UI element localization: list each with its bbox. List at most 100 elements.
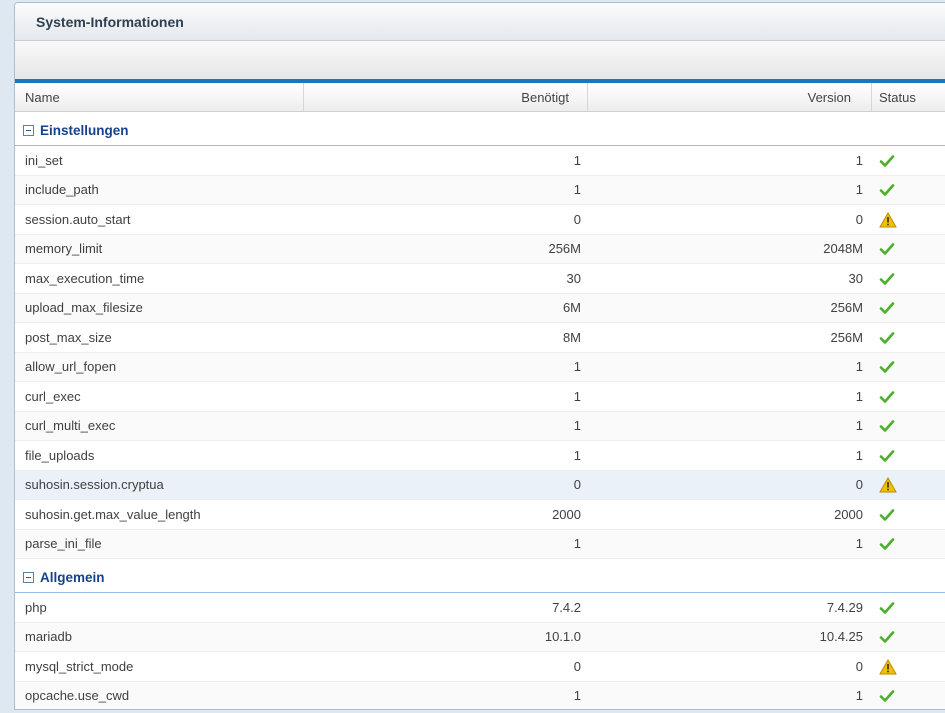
- required-value: 2000: [552, 506, 581, 522]
- table-row[interactable]: memory_limit 256M 2048M: [15, 234, 945, 264]
- warning-triangle-icon: [879, 658, 897, 678]
- status-cell: [872, 326, 945, 349]
- current-version: 2000: [834, 506, 863, 522]
- setting-name: include_path: [25, 182, 99, 198]
- setting-name: memory_limit: [25, 241, 103, 257]
- table-row[interactable]: allow_url_fopen 1 1: [15, 352, 945, 382]
- table-row[interactable]: upload_max_filesize 6M 256M: [15, 293, 945, 323]
- group-header[interactable]: Allgemein: [15, 559, 945, 593]
- status-cell: [872, 473, 945, 496]
- warning-triangle-icon: [879, 477, 897, 496]
- grid-header: Name Benötigt Version Status: [15, 83, 945, 112]
- required-value: 0: [573, 477, 581, 493]
- table-row[interactable]: post_max_size 8M 256M: [15, 323, 945, 353]
- checkmark-icon: [879, 449, 895, 467]
- status-cell: [872, 385, 945, 408]
- table-row[interactable]: session.auto_start 0 0: [15, 205, 945, 235]
- current-version: 0: [855, 658, 863, 674]
- status-cell: [872, 178, 945, 201]
- checkmark-icon: [879, 361, 895, 378]
- column-header-version[interactable]: Version: [588, 83, 872, 111]
- setting-name: mysql_strict_mode: [25, 658, 134, 674]
- table-row[interactable]: opcache.use_cwd 1 1: [15, 681, 945, 709]
- checkmark-icon: [879, 538, 895, 555]
- column-header-name[interactable]: Name: [15, 83, 304, 111]
- required-value: 1: [573, 182, 581, 198]
- checkmark-icon: [879, 272, 895, 290]
- column-header-status[interactable]: Status: [872, 83, 945, 111]
- current-version: 1: [855, 359, 863, 375]
- group-label: Einstellungen: [40, 122, 129, 138]
- required-value: 1: [573, 152, 581, 168]
- column-header-required[interactable]: Benötigt: [304, 83, 588, 111]
- status-cell: [872, 532, 945, 555]
- table-row[interactable]: curl_exec 1 1: [15, 382, 945, 412]
- status-cell: [872, 208, 945, 231]
- status-cell: [872, 596, 945, 619]
- table-row[interactable]: mysql_strict_mode 0 0: [15, 652, 945, 682]
- setting-name: allow_url_fopen: [25, 359, 117, 375]
- table-row[interactable]: ini_set 1 1: [15, 146, 945, 176]
- setting-name: opcache.use_cwd: [25, 688, 130, 704]
- table-row[interactable]: parse_ini_file 1 1: [15, 529, 945, 559]
- setting-name: max_execution_time: [25, 270, 145, 286]
- required-value: 6M: [562, 300, 581, 316]
- checkmark-icon: [879, 601, 895, 619]
- setting-name: post_max_size: [25, 329, 112, 345]
- required-value: 8M: [562, 329, 581, 345]
- required-value: 7.4.2: [552, 599, 581, 615]
- setting-name: session.auto_start: [25, 211, 131, 227]
- table-row[interactable]: php 7.4.2 7.4.29: [15, 593, 945, 623]
- current-version: 1: [855, 182, 863, 198]
- current-version: 1: [855, 447, 863, 463]
- table-row[interactable]: curl_multi_exec 1 1: [15, 411, 945, 441]
- setting-name: suhosin.get.max_value_length: [25, 506, 201, 522]
- required-value: 30: [566, 270, 581, 286]
- table-row[interactable]: include_path 1 1: [15, 175, 945, 205]
- collapse-minus-icon[interactable]: [23, 124, 34, 136]
- current-version: 1: [855, 418, 863, 434]
- required-value: 1: [573, 359, 581, 375]
- panel-title: System-Informationen: [15, 3, 945, 41]
- current-version: 2048M: [823, 241, 863, 257]
- status-cell: [872, 625, 945, 648]
- current-version: 7.4.29: [826, 599, 863, 615]
- current-version: 30: [848, 270, 863, 286]
- status-cell: [872, 503, 945, 526]
- required-value: 1: [573, 536, 581, 552]
- group-header[interactable]: Einstellungen: [15, 112, 945, 146]
- status-cell: [872, 267, 945, 290]
- table-row[interactable]: suhosin.session.cryptua 0 0: [15, 470, 945, 500]
- table-row[interactable]: max_execution_time 30 30: [15, 264, 945, 294]
- status-cell: [872, 237, 945, 260]
- current-version: 1: [855, 388, 863, 404]
- required-value: 0: [573, 211, 581, 227]
- status-cell: [872, 296, 945, 319]
- grid-body: Einstellungen ini_set 1 1 include_path 1 1 sess…: [15, 112, 945, 709]
- setting-name: ini_set: [25, 152, 63, 168]
- table-row[interactable]: suhosin.get.max_value_length 2000 2000: [15, 500, 945, 530]
- checkmark-icon: [879, 420, 895, 437]
- status-cell: [872, 149, 945, 172]
- current-version: 0: [855, 477, 863, 493]
- collapse-minus-icon[interactable]: [23, 571, 34, 583]
- table-row[interactable]: file_uploads 1 1: [15, 441, 945, 471]
- setting-name: mariadb: [25, 629, 72, 645]
- setting-name: upload_max_filesize: [25, 300, 143, 316]
- warning-triangle-icon: [879, 211, 897, 231]
- required-value: 1: [573, 447, 581, 463]
- checkmark-icon: [879, 302, 895, 319]
- status-cell: [872, 655, 945, 678]
- status-cell: [872, 355, 945, 378]
- setting-name: php: [25, 599, 47, 615]
- checkmark-icon: [879, 631, 895, 648]
- status-cell: [872, 444, 945, 467]
- checkmark-icon: [879, 154, 895, 172]
- current-version: 0: [855, 211, 863, 227]
- checkmark-icon: [879, 508, 895, 526]
- setting-name: curl_multi_exec: [25, 418, 116, 434]
- checkmark-icon: [879, 331, 895, 349]
- required-value: 1: [573, 388, 581, 404]
- setting-name: file_uploads: [25, 447, 95, 463]
- table-row[interactable]: mariadb 10.1.0 10.4.25: [15, 622, 945, 652]
